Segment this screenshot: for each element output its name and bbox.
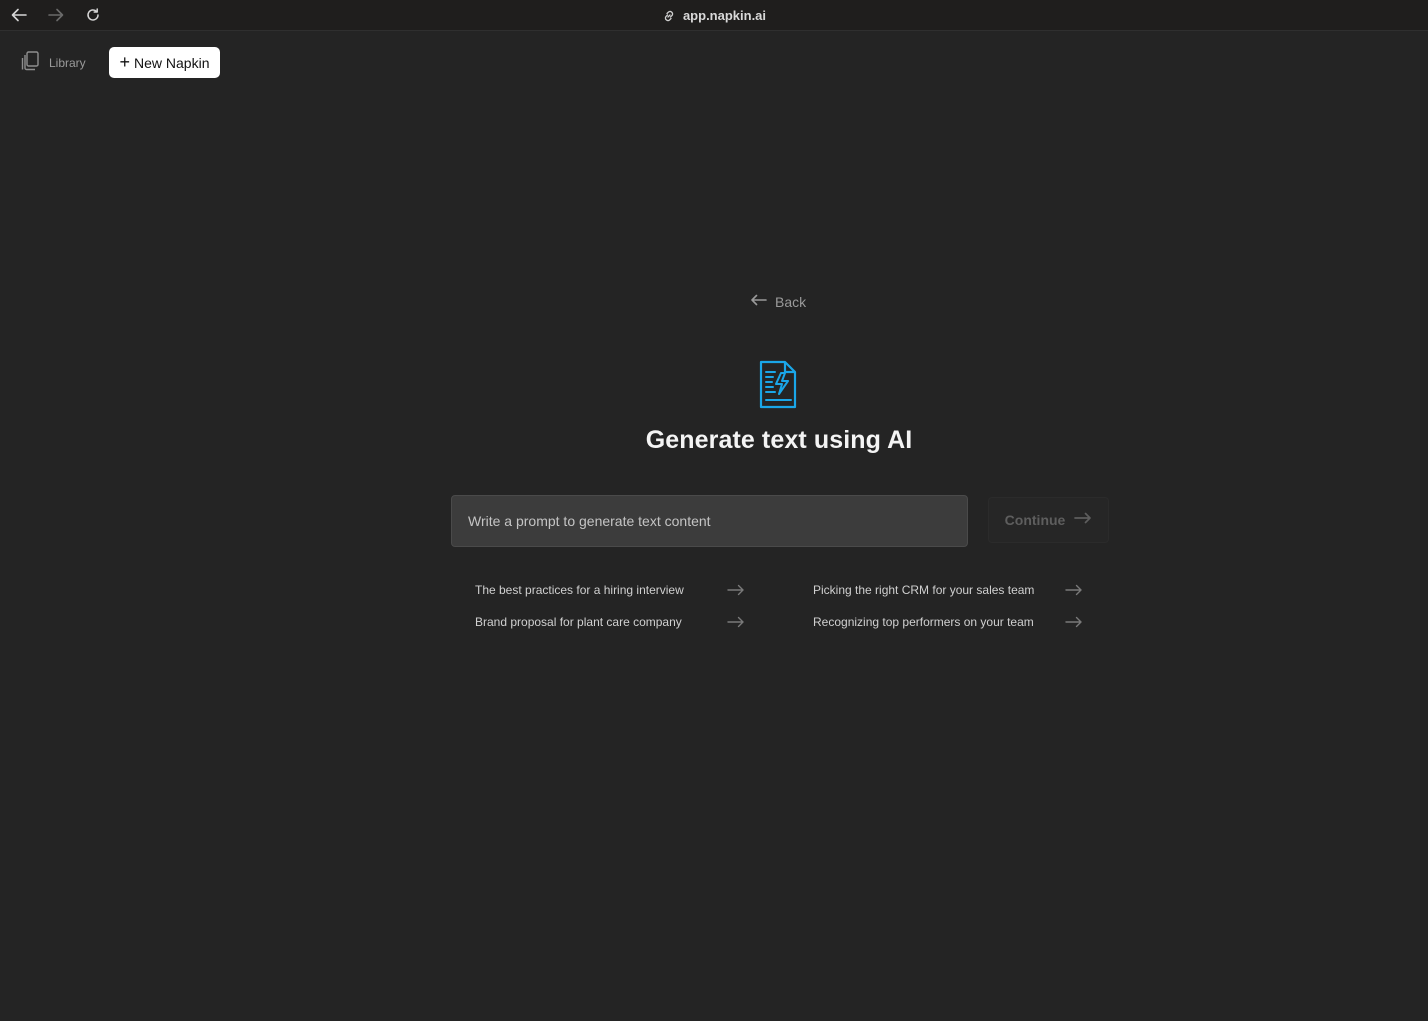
arrow-left-icon	[750, 293, 767, 311]
library-button[interactable]: Library	[21, 50, 86, 76]
arrow-right-icon	[727, 615, 745, 633]
browser-toolbar: app.napkin.ai	[0, 0, 1428, 31]
continue-button[interactable]: Continue	[988, 497, 1109, 543]
suggestion-item[interactable]: Recognizing top performers on your team	[813, 612, 1083, 632]
suggestion-label: Brand proposal for plant care company	[475, 615, 682, 629]
library-stack-icon	[21, 50, 40, 76]
arrow-right-icon	[727, 583, 745, 601]
library-label: Library	[49, 56, 86, 70]
arrow-right-icon	[1074, 511, 1092, 529]
suggestion-item[interactable]: The best practices for a hiring intervie…	[475, 580, 745, 600]
new-napkin-button[interactable]: + New Napkin	[109, 47, 220, 78]
suggestion-label: The best practices for a hiring intervie…	[475, 583, 684, 597]
ai-document-icon	[757, 360, 800, 410]
back-label: Back	[775, 294, 807, 310]
arrow-right-icon	[48, 8, 64, 22]
address-bar: app.napkin.ai	[0, 0, 1428, 31]
new-napkin-label: New Napkin	[134, 54, 210, 71]
suggestion-item[interactable]: Picking the right CRM for your sales tea…	[813, 580, 1083, 600]
continue-label: Continue	[1004, 512, 1066, 528]
arrow-right-icon	[1065, 583, 1083, 601]
back-link[interactable]: Back	[750, 292, 806, 312]
prompt-input[interactable]	[451, 495, 968, 547]
suggestion-item[interactable]: Brand proposal for plant care company	[475, 612, 745, 632]
suggestion-label: Picking the right CRM for your sales tea…	[813, 583, 1035, 597]
url-text[interactable]: app.napkin.ai	[683, 8, 766, 23]
link-icon	[662, 9, 676, 23]
plus-icon: +	[119, 51, 131, 72]
arrow-left-icon	[11, 8, 27, 22]
browser-forward-button[interactable]	[45, 5, 67, 25]
arrow-right-icon	[1065, 615, 1083, 633]
suggestion-label: Recognizing top performers on your team	[813, 615, 1034, 629]
page-title: Generate text using AI	[645, 426, 913, 454]
browser-back-button[interactable]	[8, 5, 30, 25]
browser-reload-button[interactable]	[82, 5, 104, 25]
reload-icon	[87, 8, 99, 21]
